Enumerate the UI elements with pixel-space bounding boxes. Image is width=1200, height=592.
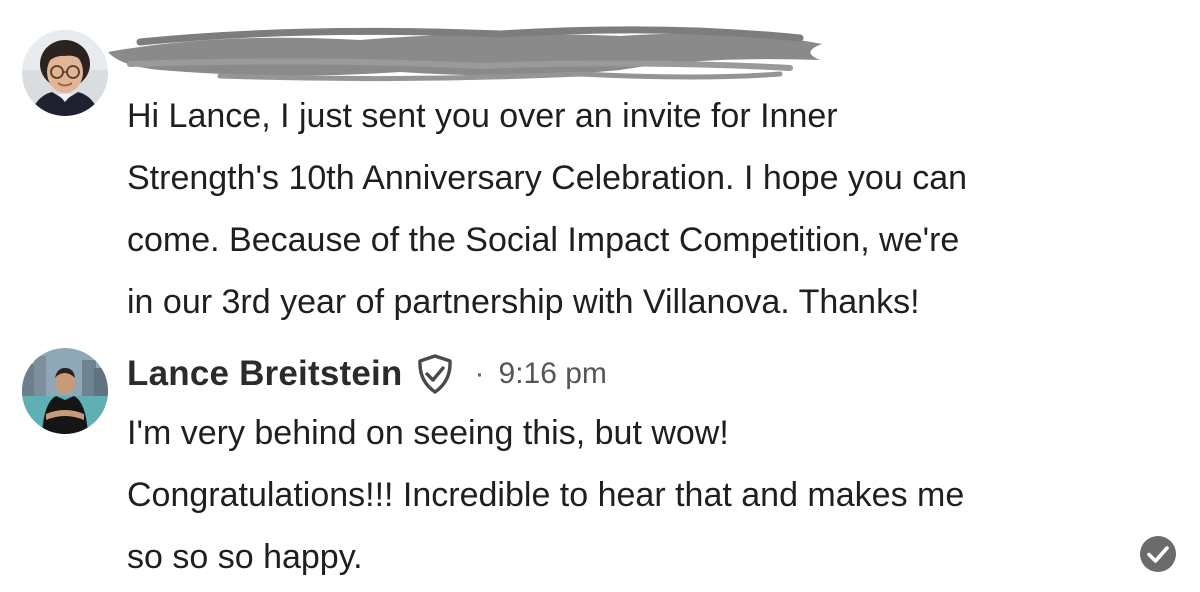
message-line: Congratulations!!! Incredible to hear th… [127, 476, 965, 514]
sender-avatar[interactable] [22, 30, 108, 116]
message-body: I'm very behind on seeing this, but wow!… [127, 402, 1137, 588]
check-circle-icon [1140, 536, 1176, 572]
shield-check-icon [417, 354, 452, 394]
message-line: I'm very behind on seeing this, but wow! [127, 414, 729, 452]
message-line: Hi Lance, I just sent you over an invite… [127, 97, 838, 135]
sender-name[interactable]: Lance Breitstein [127, 354, 403, 394]
avatar-woman-glasses [22, 30, 108, 116]
redacted-sender-header [108, 26, 822, 82]
avatar-man-city [22, 348, 108, 434]
sender-header: Lance Breitstein · 9:16 pm [127, 352, 607, 396]
sender-avatar[interactable] [22, 348, 108, 434]
message-body: Hi Lance, I just sent you over an invite… [127, 85, 1137, 333]
separator-dot: · [474, 357, 485, 390]
message-line: in our 3rd year of partnership with Vill… [127, 283, 920, 321]
message-timestamp: 9:16 pm [498, 357, 607, 390]
message-line: come. Because of the Social Impact Compe… [127, 221, 960, 259]
message-thread: Hi Lance, I just sent you over an invite… [0, 0, 1200, 592]
message-line: Strength's 10th Anniversary Celebration.… [127, 159, 968, 197]
message-line: so so so happy. [127, 538, 363, 576]
